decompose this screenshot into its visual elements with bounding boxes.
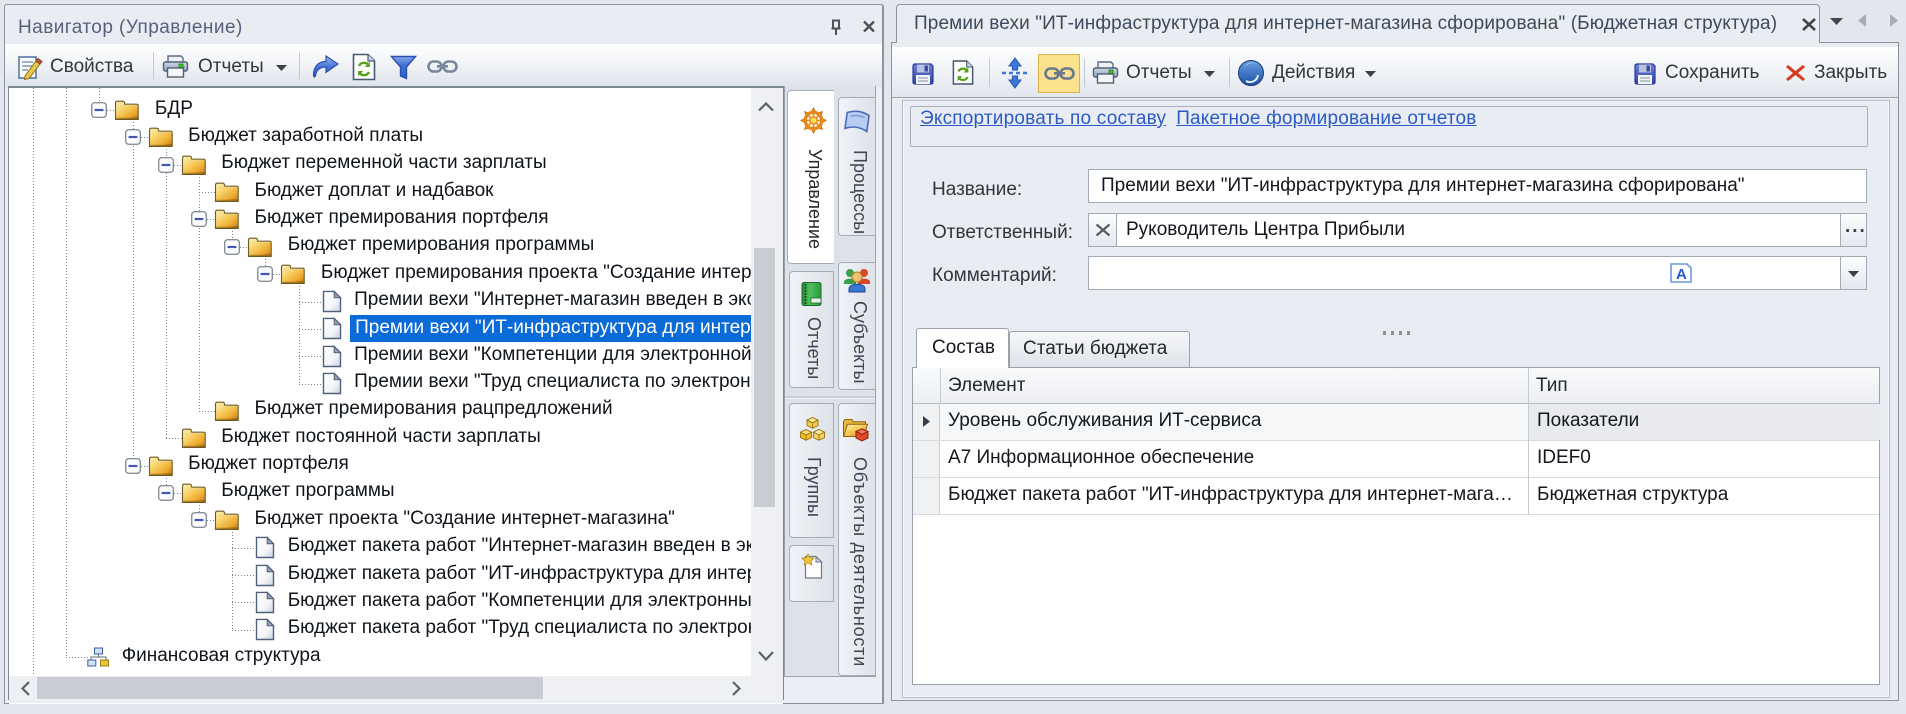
svg-text:A: A [1676, 266, 1687, 283]
